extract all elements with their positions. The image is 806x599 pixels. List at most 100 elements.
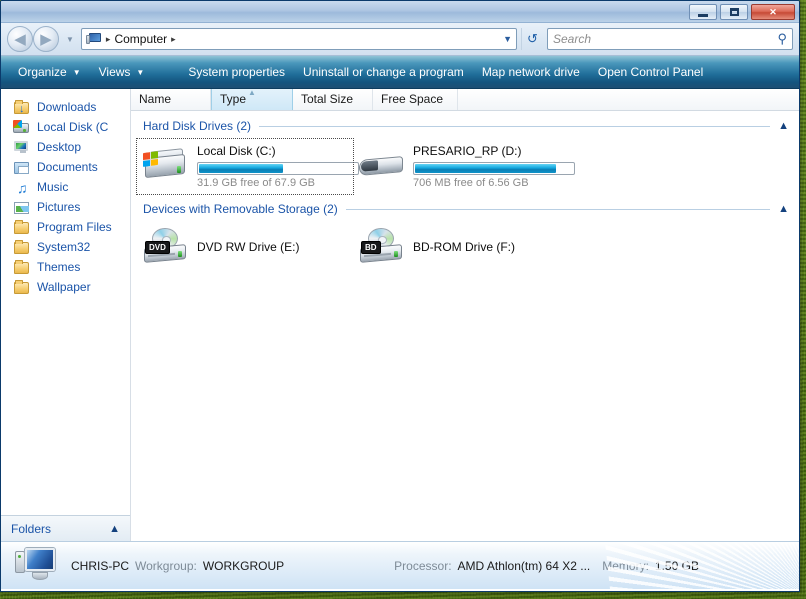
- drive-tile-text: Local Disk (C:) 31.9 GB free of 67.9 GB: [197, 144, 359, 189]
- group-items: Local Disk (C:) 31.9 GB free of 67.9 GB: [131, 135, 799, 195]
- maximize-icon: [729, 8, 739, 16]
- memory-group: Memory: 1.50 GB: [602, 559, 699, 573]
- removable-disk-icon: [357, 144, 405, 184]
- address-dropdown-icon[interactable]: ▼: [503, 34, 512, 44]
- column-header-row: Name ▲ Type Total Size Free Space: [131, 89, 799, 111]
- memory-value: 1.50 GB: [654, 558, 699, 573]
- toolbar-views[interactable]: Views ▼: [90, 62, 154, 82]
- drive-name: PRESARIO_RP (D:): [413, 144, 522, 158]
- column-header-name-label: Name: [139, 92, 172, 106]
- processor-value: AMD Athlon(tm) 64 X2 ...: [457, 558, 591, 573]
- sidebar-item-local-disk-c[interactable]: Local Disk (C: [1, 117, 130, 137]
- computer-icon: [85, 32, 102, 46]
- sidebar-item-label: Themes: [37, 260, 81, 274]
- column-header-total-size[interactable]: Total Size: [293, 89, 373, 110]
- bd-badge-label: BD: [361, 241, 381, 254]
- folders-pane-toggle[interactable]: Folders ▲: [1, 515, 130, 541]
- downloads-folder-icon: ↓: [13, 99, 30, 115]
- sidebar-item-label: Documents: [37, 160, 98, 174]
- breadcrumb-separator-root[interactable]: ▸: [106, 34, 111, 45]
- drive-tile-presario-rp-d[interactable]: PRESARIO_RP (D:) 706 MB free of 6.56 GB: [353, 139, 575, 194]
- navigation-pane: ↓ Downloads Local Disk (C Desktop Docume…: [1, 89, 131, 541]
- drive-tile-dvd-rw-e[interactable]: DVD DVD RW Drive (E:): [137, 222, 353, 272]
- sidebar-item-label: Wallpaper: [37, 280, 91, 294]
- toolbar-system-properties-label: System properties: [188, 65, 286, 79]
- sidebar-item-program-files[interactable]: Program Files: [1, 217, 130, 237]
- toolbar-uninstall-or-change-a-program[interactable]: Uninstall or change a program: [294, 62, 473, 82]
- window-body: ↓ Downloads Local Disk (C Desktop Docume…: [1, 89, 799, 541]
- column-header-total-size-label: Total Size: [301, 92, 354, 106]
- capacity-bar: [413, 162, 575, 175]
- window-controls: ✕: [689, 4, 795, 20]
- sidebar-item-desktop[interactable]: Desktop: [1, 137, 130, 157]
- toolbar-map-network-drive[interactable]: Map network drive: [473, 62, 589, 82]
- group-devices-with-removable-storage: Devices with Removable Storage (2) ▲ DVD: [131, 200, 799, 272]
- drive-tile-bd-rom-f[interactable]: BD BD-ROM Drive (F:): [353, 222, 569, 272]
- group-items: DVD DVD RW Drive (E:) BD BD-ROM Drive (F: [131, 218, 799, 272]
- hard-disk-windows-icon: [141, 144, 189, 184]
- details-pane: CHRIS-PC Workgroup: WORKGROUP Processor:…: [1, 541, 799, 589]
- column-header-free-space-label: Free Space: [381, 92, 444, 106]
- file-list-pane: Name ▲ Type Total Size Free Space Hard D…: [131, 89, 799, 541]
- drive-name: Local Disk (C:): [197, 144, 276, 158]
- dvd-badge-label: DVD: [145, 241, 170, 254]
- back-button[interactable]: ◀: [7, 26, 33, 52]
- search-input[interactable]: Search: [553, 32, 591, 46]
- sidebar-item-wallpaper[interactable]: Wallpaper: [1, 277, 130, 297]
- column-header-type[interactable]: ▲ Type: [211, 89, 293, 110]
- group-divider: [259, 125, 771, 127]
- refresh-button[interactable]: ↺: [521, 28, 543, 50]
- column-header-free-space[interactable]: Free Space: [373, 89, 458, 110]
- refresh-icon: ↺: [527, 31, 538, 46]
- group-title: Devices with Removable Storage (2): [143, 202, 338, 216]
- group-header[interactable]: Hard Disk Drives (2) ▲: [131, 117, 799, 135]
- column-header-filler: [458, 89, 799, 110]
- sidebar-item-system32[interactable]: System32: [1, 237, 130, 257]
- toolbar-open-control-panel[interactable]: Open Control Panel: [589, 62, 712, 82]
- processor-group: Processor: AMD Athlon(tm) 64 X2 ...: [394, 559, 590, 573]
- breadcrumb-computer[interactable]: Computer: [114, 32, 167, 46]
- computer-name: CHRIS-PC: [71, 558, 130, 573]
- dvd-drive-icon: DVD: [141, 227, 189, 267]
- folder-icon: [13, 219, 30, 235]
- column-header-type-label: Type: [220, 92, 247, 106]
- sidebar-item-label: Music: [37, 180, 69, 194]
- sidebar-item-label: Desktop: [37, 140, 82, 154]
- toolbar-uninstall-label: Uninstall or change a program: [303, 65, 464, 79]
- sidebar-item-music[interactable]: ♫ Music: [1, 177, 130, 197]
- close-icon: ✕: [769, 6, 777, 17]
- toolbar-organize-label: Organize: [18, 65, 67, 79]
- forward-button[interactable]: ▶: [33, 26, 59, 52]
- sort-ascending-icon: ▲: [248, 89, 256, 97]
- memory-label: Memory:: [602, 558, 649, 573]
- chevron-up-icon[interactable]: ▲: [778, 120, 789, 132]
- breadcrumb-separator-end[interactable]: ▸: [171, 34, 176, 45]
- maximize-button[interactable]: [720, 4, 748, 20]
- column-header-name[interactable]: Name: [131, 89, 211, 110]
- chevron-up-icon[interactable]: ▲: [778, 203, 789, 215]
- minimize-button[interactable]: [689, 4, 717, 20]
- drive-name: BD-ROM Drive (F:): [413, 240, 515, 254]
- chevron-down-icon: ▼: [136, 67, 145, 77]
- toolbar-map-network-drive-label: Map network drive: [481, 65, 580, 79]
- back-arrow-icon: ◀: [14, 30, 26, 48]
- sidebar-item-label: Local Disk (C: [37, 120, 109, 134]
- title-bar[interactable]: ✕: [1, 1, 799, 23]
- sidebar-item-downloads[interactable]: ↓ Downloads: [1, 97, 130, 117]
- folder-icon: [13, 279, 30, 295]
- processor-label: Processor:: [394, 558, 452, 573]
- toolbar-organize[interactable]: Organize ▼: [9, 62, 90, 82]
- group-header[interactable]: Devices with Removable Storage (2) ▲: [131, 200, 799, 218]
- sidebar-item-pictures[interactable]: Pictures: [1, 197, 130, 217]
- address-bar[interactable]: ▸ Computer ▸ ▼: [80, 28, 517, 50]
- toolbar-open-control-panel-label: Open Control Panel: [597, 65, 704, 79]
- toolbar-system-properties[interactable]: System properties: [179, 62, 294, 82]
- group-divider: [345, 208, 771, 210]
- drive-tile-local-disk-c[interactable]: Local Disk (C:) 31.9 GB free of 67.9 GB: [136, 138, 359, 195]
- close-button[interactable]: ✕: [751, 4, 795, 20]
- workgroup-value: WORKGROUP: [202, 558, 285, 573]
- search-box[interactable]: Search ⚲: [547, 28, 793, 50]
- sidebar-item-documents[interactable]: Documents: [1, 157, 130, 177]
- sidebar-item-themes[interactable]: Themes: [1, 257, 130, 277]
- recent-pages-button[interactable]: ▼: [63, 35, 77, 44]
